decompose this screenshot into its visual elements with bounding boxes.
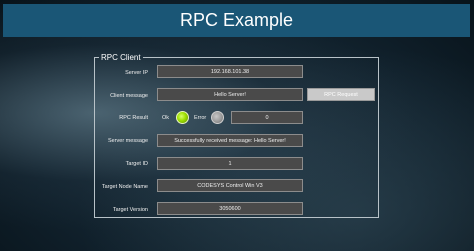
error-label: Error bbox=[194, 115, 207, 121]
target-node-name-label: Target Node Name bbox=[101, 184, 148, 190]
server-ip-field[interactable]: 192.168.101.38 bbox=[157, 65, 303, 78]
target-node-name-field[interactable]: CODESYS Control Win V3 bbox=[157, 179, 303, 192]
client-message-field[interactable]: Hello Server! bbox=[157, 88, 303, 101]
page-title: RPC Example bbox=[179, 10, 294, 30]
server-message-label: Server message bbox=[107, 138, 148, 144]
title-bar: RPC Example bbox=[3, 4, 470, 37]
rpc-request-button[interactable]: RPC Request bbox=[307, 88, 375, 101]
rpc-result-value-field[interactable]: 0 bbox=[231, 111, 303, 124]
ok-lamp-icon bbox=[176, 111, 189, 124]
panel-legend: RPC Client bbox=[101, 53, 141, 62]
target-id-label: Target ID bbox=[125, 161, 148, 167]
rpc-result-label: RPC Result bbox=[119, 115, 148, 121]
server-ip-label: Server IP bbox=[125, 70, 148, 76]
client-message-label: Client message bbox=[110, 93, 148, 99]
target-id-field[interactable]: 1 bbox=[157, 157, 303, 170]
target-version-label: Target Version bbox=[112, 207, 148, 213]
target-version-field[interactable]: 3050600 bbox=[157, 202, 303, 215]
ok-label: Ok bbox=[162, 115, 170, 121]
error-lamp-icon bbox=[211, 111, 224, 124]
server-message-field[interactable]: Successfully received message: Hello Ser… bbox=[157, 134, 303, 147]
